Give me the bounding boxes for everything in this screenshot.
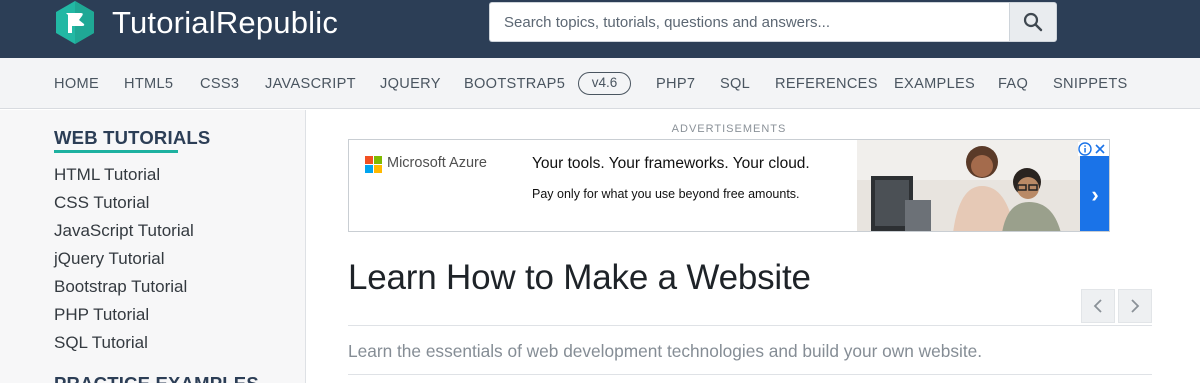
nav-item-html5[interactable]: HTML5 (124, 75, 173, 93)
sidebar-heading: WEB TUTORIALS (54, 127, 211, 148)
chevron-left-icon (1093, 299, 1102, 313)
nav-item-jquery[interactable]: JQUERY (380, 75, 441, 93)
nav-badge-bootstrap-version[interactable]: v4.6 (578, 72, 631, 95)
sidebar-item-bootstrap[interactable]: Bootstrap Tutorial (54, 277, 187, 297)
nav-item-home[interactable]: HOME (54, 75, 99, 93)
lead-divider (348, 374, 1152, 375)
nav-item-examples[interactable]: EXAMPLES (894, 75, 975, 93)
ad-next-button[interactable]: › (1080, 156, 1109, 231)
nav-item-bootstrap5[interactable]: BOOTSTRAP5 (464, 75, 565, 93)
next-page-button[interactable] (1118, 289, 1152, 323)
nav-item-snippets[interactable]: SNIPPETS (1053, 75, 1128, 93)
nav-item-faq[interactable]: FAQ (998, 75, 1028, 93)
sidebar-heading-underline (54, 150, 178, 153)
site-logo-text: TutorialRepublic (112, 5, 339, 40)
chevron-right-icon (1131, 299, 1140, 313)
nav-item-sql[interactable]: SQL (720, 75, 750, 93)
page-title: Learn How to Make a Website (348, 258, 811, 297)
title-divider (348, 325, 1152, 326)
prev-page-button[interactable] (1081, 289, 1115, 323)
chevron-right-icon: › (1091, 181, 1099, 207)
ad-brand: Microsoft Azure (387, 155, 487, 171)
sidebar-item-css[interactable]: CSS Tutorial (54, 193, 149, 213)
sidebar-item-javascript[interactable]: JavaScript Tutorial (54, 221, 194, 241)
search-icon (1023, 12, 1043, 32)
ad-banner[interactable]: Microsoft Azure Your tools. Your framewo… (348, 139, 1110, 232)
sidebar: WEB TUTORIALS HTML Tutorial CSS Tutorial… (0, 110, 306, 383)
nav-item-references[interactable]: REFERENCES (775, 75, 878, 93)
sidebar-item-html[interactable]: HTML Tutorial (54, 165, 160, 185)
info-icon (1078, 142, 1092, 156)
sidebar-item-php[interactable]: PHP Tutorial (54, 305, 149, 325)
search-form (489, 2, 1057, 42)
logo-icon (56, 1, 94, 44)
site-logo[interactable]: TutorialRepublic (54, 0, 338, 45)
ad-headline: Your tools. Your frameworks. Your cloud. (532, 155, 810, 172)
ad-choices[interactable] (1078, 142, 1109, 156)
nav-item-css3[interactable]: CSS3 (200, 75, 239, 93)
close-icon (1095, 144, 1105, 154)
nav-item-javascript[interactable]: JAVASCRIPT (265, 75, 356, 93)
search-input[interactable] (489, 2, 1009, 42)
top-header: TutorialRepublic (0, 0, 1200, 58)
ad-subline: Pay only for what you use beyond free am… (532, 187, 800, 201)
lead-paragraph: Learn the essentials of web development … (348, 341, 983, 361)
ad-photo (857, 140, 1081, 231)
nav-item-php7[interactable]: PHP7 (656, 75, 695, 93)
search-button[interactable] (1009, 2, 1057, 42)
sidebar-item-sql[interactable]: SQL Tutorial (54, 333, 148, 353)
microsoft-logo-icon (365, 156, 382, 173)
main-nav: HOME HTML5 CSS3 JAVASCRIPT JQUERY BOOTST… (0, 58, 1200, 109)
ad-label: ADVERTISEMENTS (671, 123, 787, 135)
sidebar-heading-practice: PRACTICE EXAMPLES (54, 373, 259, 383)
sidebar-item-jquery[interactable]: jQuery Tutorial (54, 249, 165, 269)
